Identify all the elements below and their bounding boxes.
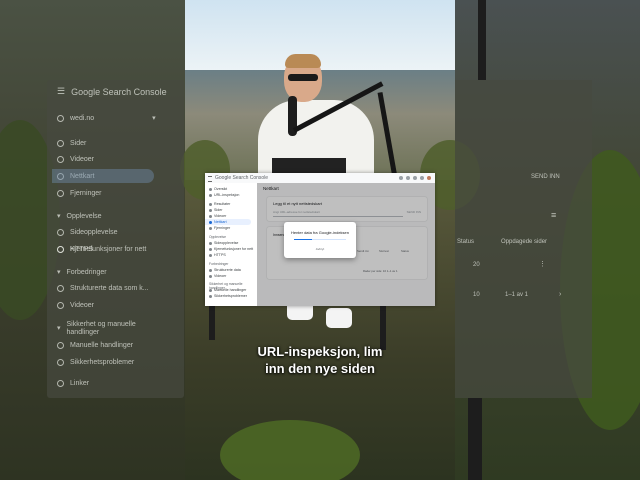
ghost-pager: 1–1 av 1 — [505, 292, 529, 298]
sidebar-item-overview[interactable]: Oversikt — [209, 187, 227, 191]
person-hair — [285, 54, 321, 68]
ghost-header: ☰ Google Search Console — [57, 86, 167, 97]
right-console-ghost: SEND INN ≡ Status Oppdagede sider 20 ⋮ 1… — [455, 80, 592, 398]
people-icon[interactable] — [406, 176, 410, 180]
stand-pole — [209, 300, 215, 340]
lock-icon — [57, 246, 64, 253]
menu-icon[interactable] — [208, 176, 212, 182]
ghost-item-security-issues[interactable]: Sikkerhetsproblemer — [57, 359, 134, 366]
ghost-item-links[interactable]: Linker — [57, 380, 89, 387]
sidebar-item-structured-data[interactable]: Strukturerte data — [209, 268, 241, 272]
menu-icon[interactable]: ☰ — [57, 86, 65, 97]
experience-icon — [57, 229, 64, 236]
ghost-selected-highlight — [52, 169, 154, 183]
chevron-right-icon[interactable]: › — [559, 291, 561, 298]
ghost-item-videoer[interactable]: Videoer — [57, 156, 94, 163]
loading-progress-fill — [294, 239, 313, 240]
ghost-row-value: 20 — [473, 262, 480, 268]
property-selector[interactable]: wedi.no ▾ — [57, 114, 156, 122]
ghost-item-sider[interactable]: Sider — [57, 140, 86, 147]
structured-data-icon — [209, 268, 212, 272]
console-sidebar: Oversikt URL-inspeksjon Resultater Sider… — [205, 183, 257, 306]
experience-icon — [209, 241, 212, 245]
ghost-section-security[interactable]: ▾ Sikkerhet og manuelle handlinger — [57, 321, 167, 337]
stand-pole — [468, 398, 482, 480]
sidebar-item-https[interactable]: HTTPS — [209, 253, 226, 257]
chevron-down-icon: ▾ — [57, 269, 61, 276]
ghost-rows-value: 10 — [473, 292, 480, 298]
flag-icon — [209, 288, 212, 292]
shoe-right — [326, 308, 352, 328]
ghost-item-manual-actions[interactable]: Manuelle handlinger — [57, 342, 133, 349]
lock-icon — [209, 253, 212, 257]
video-caption: URL-inspeksjon, lim inn den nye siden — [185, 343, 455, 377]
loading-dialog: Henter data fra Google-indeksen Avbryt — [284, 222, 356, 258]
chart-icon — [209, 202, 212, 206]
chevron-down-icon: ▾ — [152, 115, 156, 122]
home-icon — [209, 187, 212, 191]
flag-icon — [57, 342, 64, 349]
loading-progress-bar — [294, 239, 346, 240]
more-vert-icon[interactable]: ⋮ — [539, 260, 546, 268]
console-app-title: Google Search Console — [215, 175, 269, 181]
left-console-ghost: ☰ Google Search Console wedi.no ▾ Sider … — [47, 80, 184, 398]
ghost-col-discovered: Oppdagede sider — [501, 239, 548, 245]
sidebar-item-sitemaps[interactable]: Nettkart — [209, 220, 227, 224]
video-icon — [57, 302, 64, 309]
sidebar-item-videos[interactable]: Videoer — [209, 214, 226, 218]
chevron-down-icon: ▾ — [57, 213, 61, 220]
links-icon — [57, 380, 64, 387]
help-icon[interactable] — [399, 176, 403, 180]
ghost-section-experience[interactable]: ▾ Opplevelse — [57, 212, 102, 221]
cancel-button[interactable]: Avbryt — [284, 247, 356, 251]
ghost-item-page-experience[interactable]: Sideopplevelse — [57, 229, 117, 236]
pages-icon — [209, 208, 212, 212]
pages-icon — [57, 140, 64, 147]
structured-data-icon — [57, 285, 64, 292]
search-console-window: Google Search Console Oversikt URL-inspe… — [205, 173, 435, 306]
ghost-item-structured-data[interactable]: Strukturerte data som k... — [57, 285, 149, 292]
video-icon — [209, 274, 212, 278]
removals-icon — [209, 226, 212, 230]
ghost-col-status: Status — [457, 239, 475, 245]
ghost-item-videos[interactable]: Videoer — [57, 302, 94, 309]
sidebar-item-page-experience[interactable]: Sideopplevelse — [209, 241, 238, 245]
sidebar-item-manual-actions[interactable]: Manuelle handlinger — [209, 288, 246, 292]
chevron-down-icon: ▾ — [57, 325, 61, 332]
ghost-app-title: Google Search Console — [71, 86, 167, 97]
stand-pole — [478, 0, 486, 80]
ghost-section-enhancements[interactable]: ▾ Forbedringer — [57, 268, 107, 277]
avatar[interactable] — [427, 176, 431, 180]
search-icon — [209, 193, 212, 197]
sidebar-item-removals[interactable]: Fjerninger — [209, 226, 230, 230]
shield-icon — [209, 294, 212, 298]
gauge-icon — [209, 247, 212, 251]
sitemap-icon — [209, 220, 212, 224]
video-icon — [209, 214, 212, 218]
sidebar-item-video-enh[interactable]: Videoer — [209, 274, 226, 278]
caption-line-2: inn den nye siden — [265, 361, 375, 376]
property-icon — [57, 114, 64, 122]
loading-dialog-title: Henter data fra Google-indeksen — [290, 230, 350, 235]
sidebar-item-security-issues[interactable]: Sikkerhetsproblemer — [209, 294, 247, 298]
shield-icon — [57, 359, 64, 366]
sidebar-item-url-inspection[interactable]: URL-inspeksjon — [209, 193, 239, 197]
filter-icon[interactable]: ≡ — [551, 210, 556, 220]
bell-icon[interactable] — [413, 176, 417, 180]
sidebar-item-pages[interactable]: Sider — [209, 208, 222, 212]
sunglasses — [288, 74, 318, 81]
removals-icon — [57, 190, 64, 197]
laptop — [272, 158, 346, 174]
topbar-icons — [399, 176, 431, 180]
caption-line-1: URL-inspeksjon, lim — [257, 344, 383, 359]
sidebar-item-performance[interactable]: Resultater — [209, 202, 230, 206]
sidebar-section-enhancements[interactable]: Forbedringer — [209, 262, 228, 266]
sidebar-item-core-vitals[interactable]: Kjernefunksjoner for nett — [209, 247, 253, 251]
ghost-item-https[interactable]: HTTPS — [57, 246, 93, 253]
apps-icon[interactable] — [420, 176, 424, 180]
ghost-submit-button[interactable]: SEND INN — [531, 174, 560, 180]
ghost-item-fjerninger[interactable]: Fjerninger — [57, 190, 102, 197]
sidebar-section-experience[interactable]: Opplevelse — [209, 235, 226, 239]
video-icon — [57, 156, 64, 163]
